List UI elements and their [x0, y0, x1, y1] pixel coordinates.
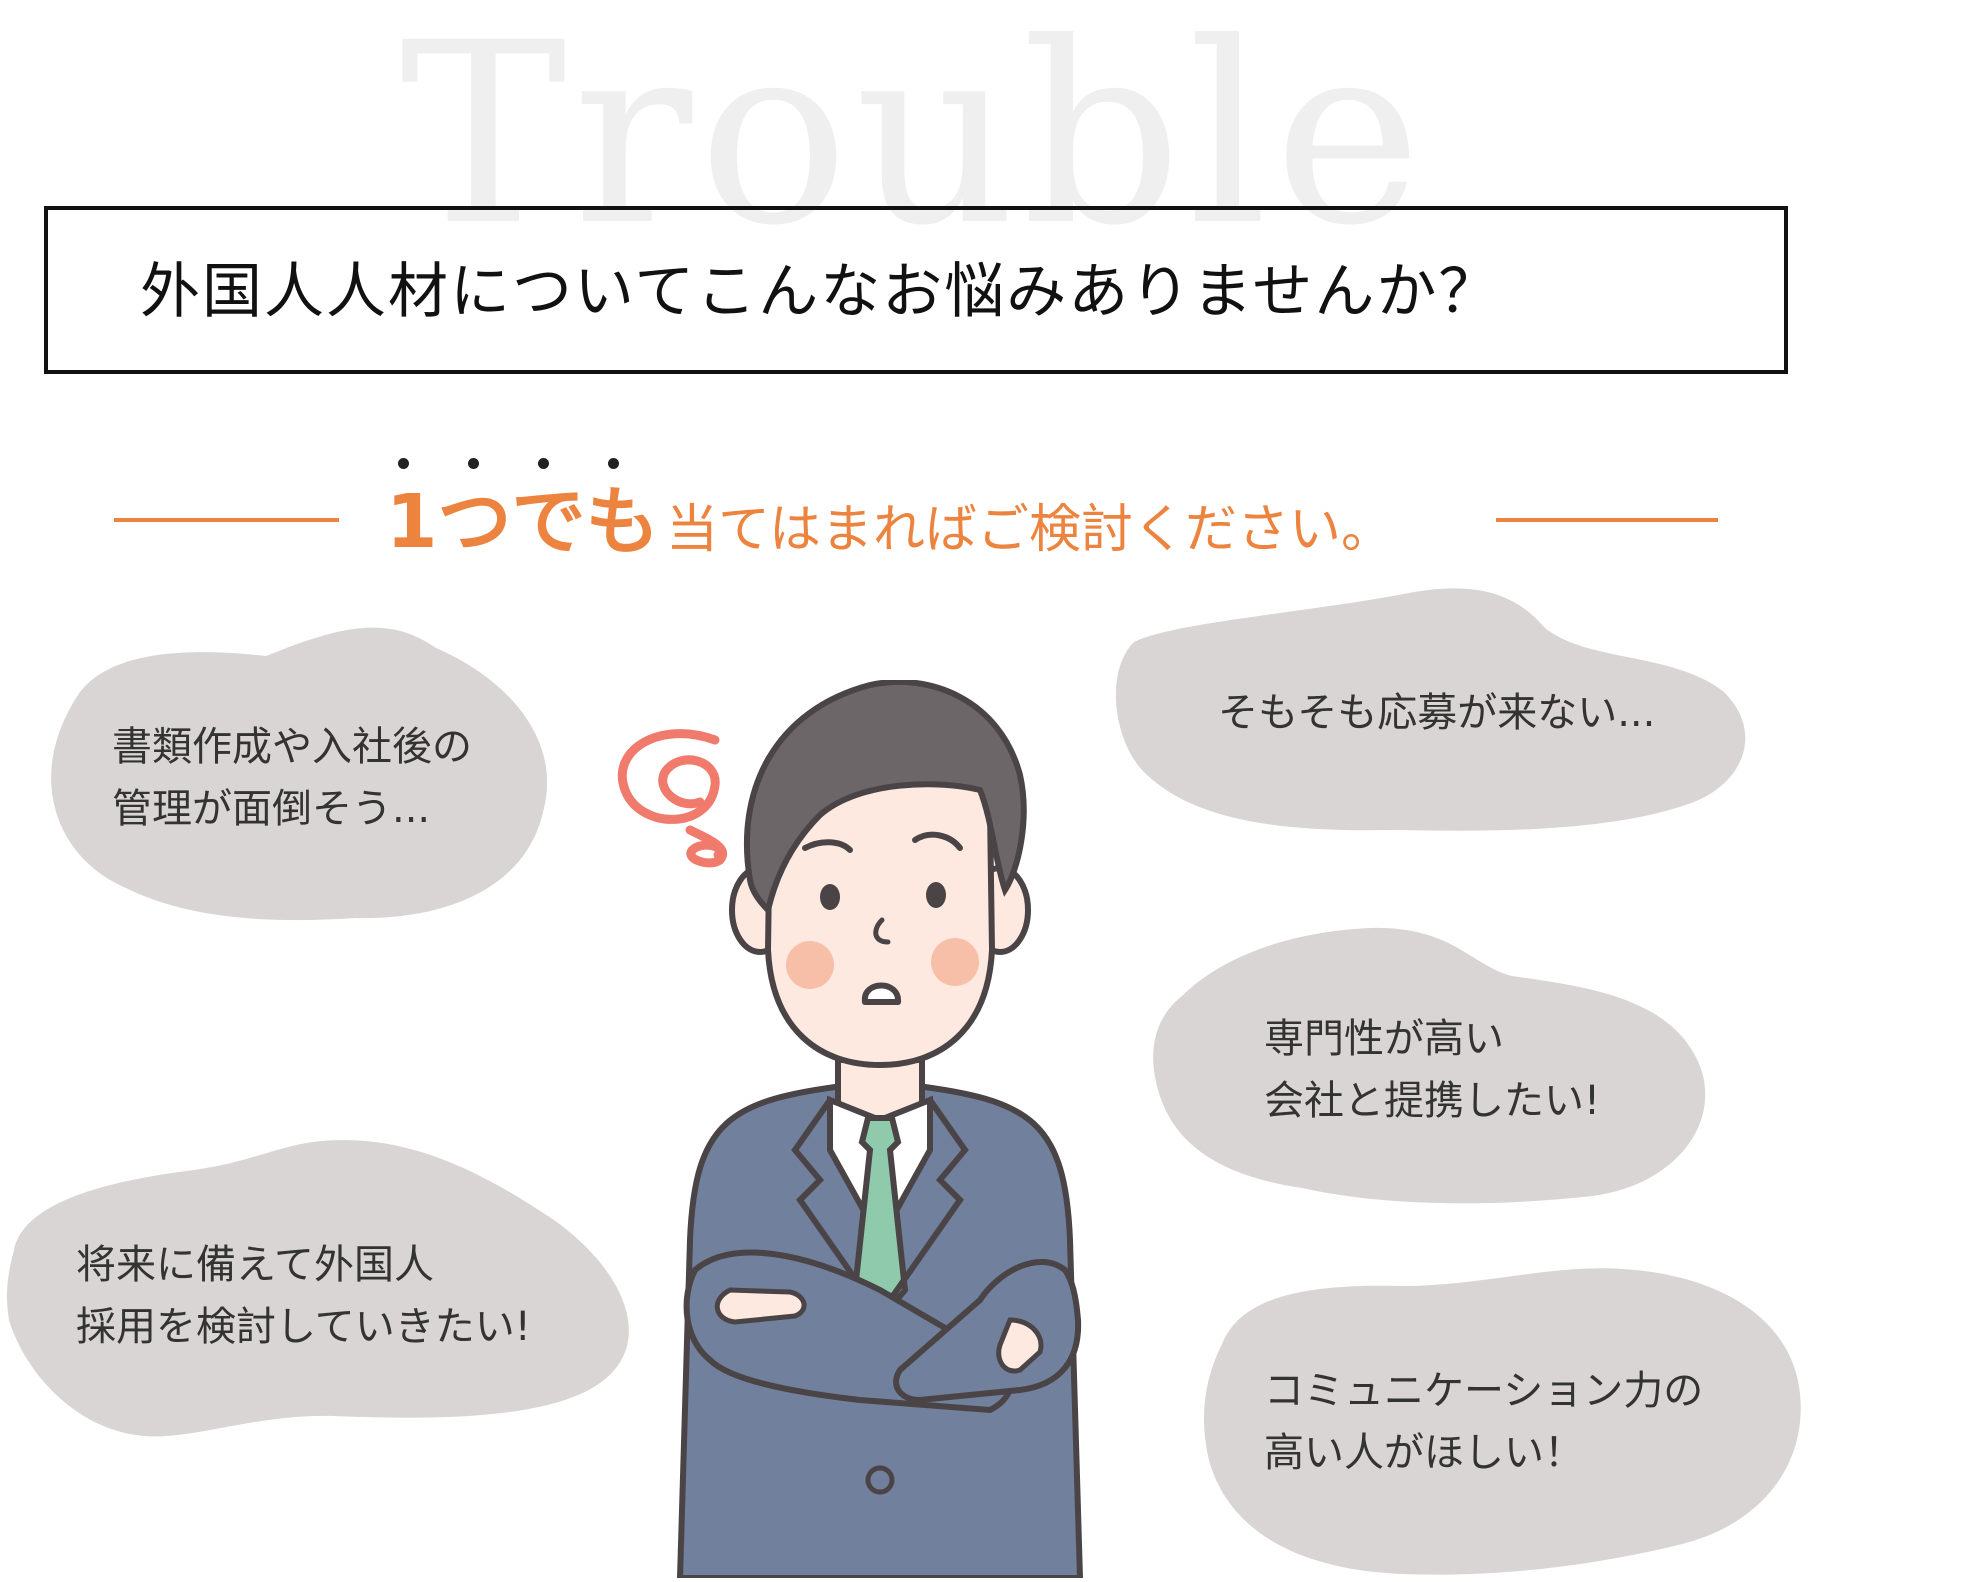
concern-bubble-specialists: 専門性が高い 会社と提携したい!: [1152, 926, 1712, 1208]
bubble-line: 書類作成や入社後の: [112, 724, 472, 770]
headline-box: 外国人人材についてこんなお悩みありませんか？: [44, 206, 1788, 374]
confusion-swirl-icon: [617, 729, 727, 868]
subheading-text: 当てはまればご検討ください。: [666, 500, 1393, 560]
concern-bubble-future-hiring: 将来に備えて外国人 採用を検討していきたい!: [4, 1140, 640, 1446]
emphasis-dot: [538, 458, 549, 469]
bubble-line: 専門性が高い: [1264, 1016, 1504, 1062]
bubble-line: 将来に備えて外国人: [76, 1242, 434, 1288]
worried-businessman-illustration: [600, 679, 1160, 1582]
concern-bubble-communication: コミュニケーション力の 高い人がほしい！: [1202, 1264, 1802, 1578]
emphasis-dot: [398, 458, 409, 469]
bubble-line: コミュニケーション力の: [1264, 1368, 1704, 1414]
emphasis-dot: [468, 458, 479, 469]
concern-bubble-no-applicants: そもそも応募が来ない...: [1114, 582, 1754, 844]
businessman-figure: [617, 679, 1084, 1581]
bubble-line: 会社と提携したい!: [1264, 1078, 1601, 1124]
bubble-line: 高い人がほしい！: [1264, 1430, 1584, 1476]
right-divider-line: [1496, 518, 1718, 522]
bubble-line: 管理が面倒そう...: [112, 786, 431, 832]
emphasis-dot: [608, 458, 619, 469]
subheading-emphasis: 1つでも: [386, 479, 660, 565]
left-divider-line: [114, 518, 339, 522]
concern-bubble-paperwork: 書類作成や入社後の 管理が面倒そう...: [36, 618, 556, 930]
bubble-line: そもそも応募が来ない...: [1218, 690, 1656, 736]
bubble-line: 採用を検討していきたい!: [76, 1304, 531, 1350]
subheading: 1つでも 当てはまればご検討ください。: [0, 430, 1968, 570]
page-headline: 外国人人材についてこんなお悩みありませんか？: [140, 257, 1501, 327]
